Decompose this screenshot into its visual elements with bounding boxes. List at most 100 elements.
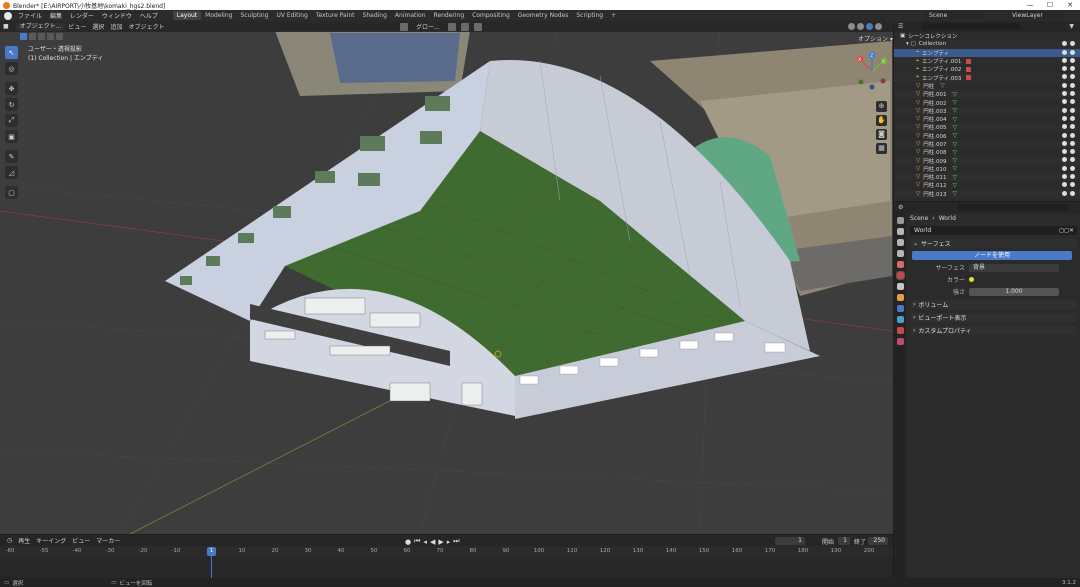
outliner-item[interactable]: ▽ 円柱.011 ▽ [894,173,1080,182]
viewport-menu-view[interactable]: ビュー [65,22,89,31]
outliner-item[interactable]: ▽ 円柱.004 ▽ [894,115,1080,123]
tab-layout[interactable]: Layout [172,11,202,20]
add-cube-tool-icon[interactable]: ▢ [5,186,18,199]
jump-end-icon[interactable]: ⏭ [453,537,459,546]
viewport-display-panel-header[interactable]: › ビューポート表示 [910,313,1077,322]
outliner-item[interactable]: ▽ 円柱.005 ▽ [894,123,1080,132]
solid-shading-icon[interactable] [857,23,864,30]
add-workspace-button[interactable]: + [607,12,620,19]
transform-tool-icon[interactable]: ▣ [5,130,18,143]
transform-orientation-dropdown[interactable]: グロー... [413,22,443,31]
blender-logo-icon[interactable] [4,11,12,20]
tab-rendering[interactable]: Rendering [430,11,469,20]
menu-render[interactable]: レンダー [67,13,97,20]
outliner-item[interactable]: ▽ 円柱.006 ▽ [894,132,1080,140]
pan-hand-icon[interactable]: ✋ [876,115,887,126]
rendered-shading-icon[interactable] [875,23,882,30]
tab-texture-paint[interactable]: Texture Paint [312,11,359,20]
viewport-options-button[interactable]: オプション ▾ [858,34,893,43]
view-layer-tab-icon[interactable] [896,250,904,257]
outliner-item[interactable]: ⌖ エンプティ [894,48,1080,57]
object-mode-dropdown[interactable]: オブジェクト... [15,22,66,31]
proportional-edit-icon[interactable] [473,22,482,31]
outliner-item[interactable]: ⌖ エンプティ.002 [894,65,1080,73]
jump-start-icon[interactable]: ⏮ [414,537,420,546]
camera-view-icon[interactable]: ◙ [876,129,887,140]
properties-search-input[interactable] [958,204,1069,211]
surface-panel-header[interactable]: ⌄ サーフェス [910,239,1077,248]
annotate-tool-icon[interactable]: ✎ [5,150,18,163]
volume-panel-header[interactable]: › ボリューム [910,300,1077,309]
scene-selector[interactable]: Scene [925,11,985,19]
menu-help[interactable]: ヘルプ [137,13,161,20]
outliner-item[interactable]: ▽ 円柱.010 ▽ [894,165,1080,173]
start-frame-field[interactable]: 1 [838,537,850,545]
tab-sculpting[interactable]: Sculpting [236,11,272,20]
select-new-icon[interactable] [20,33,27,40]
record-icon[interactable]: ● [405,538,411,546]
outliner-scene-collection[interactable]: ▣ シーンコレクション [894,32,1080,40]
fake-user-icon[interactable]: ◻◻✕ [1059,227,1074,234]
select-box-tool-icon[interactable]: ↖ [5,46,18,59]
viewport-menu-object[interactable]: オブジェクト [125,22,167,31]
texture-tab-icon[interactable] [896,338,904,345]
timeline-menu-view[interactable]: ビュー [69,536,93,545]
outliner-item[interactable]: ▽ 円柱.008 ▽ [894,148,1080,156]
select-invert-icon[interactable] [47,33,54,40]
timeline-menu-marker[interactable]: マーカー [93,536,123,545]
minimize-button[interactable]: — [1020,1,1040,9]
play-reverse-icon[interactable]: ◀ [430,538,435,546]
outliner-item[interactable]: ▽ 円柱.007 ▽ [894,139,1080,149]
select-intersect-icon[interactable] [56,33,63,40]
timeline-ruler[interactable]: -60 -55 -40 -30 -20 -10 10 20 30 40 50 6… [0,547,893,557]
outliner-item[interactable]: ⌖ エンプティ.001 [894,56,1080,66]
menu-edit[interactable]: 編集 [47,13,65,20]
zoom-icon[interactable]: ⊕ [876,101,887,112]
color-socket-icon[interactable] [969,277,974,282]
collection-tab-icon[interactable] [896,283,904,290]
tab-modeling[interactable]: Modeling [201,11,236,20]
outliner-item[interactable]: ▽ 円柱.009 ▽ [894,156,1080,165]
perspective-toggle-icon[interactable]: ▦ [876,143,887,154]
outliner-search-input[interactable] [921,23,1022,30]
cursor-tool-icon[interactable]: ◎ [5,62,18,75]
outliner-item[interactable]: ▽ 円柱.003 ▽ [894,106,1080,115]
render-tab-icon[interactable] [896,228,904,235]
prev-keyframe-icon[interactable]: ◂ [423,538,427,546]
outliner-collection[interactable]: ▾ ▢ Collection [894,40,1080,49]
viewport-menu-select[interactable]: 選択 [89,22,107,31]
move-tool-icon[interactable]: ✥ [5,82,18,95]
menu-file[interactable]: ファイル [15,13,45,20]
tab-compositing[interactable]: Compositing [468,11,514,20]
timeline-track-area[interactable] [0,557,893,578]
select-subtract-icon[interactable] [38,33,45,40]
use-nodes-button[interactable]: ノードを使用 [912,251,1072,260]
scale-tool-icon[interactable]: ⤢ [5,114,18,127]
tab-uv-editing[interactable]: UV Editing [273,11,312,20]
physics-tab-icon[interactable] [896,305,904,312]
object-tab-icon[interactable] [896,294,904,301]
pivot-icon[interactable] [447,22,456,31]
editor-type-icon[interactable]: ■ [0,23,12,30]
timeline-editor-type-icon[interactable]: ◷ [4,537,15,544]
material-preview-shading-icon[interactable] [866,23,873,30]
measure-tool-icon[interactable]: ◿ [5,166,18,179]
scene-tab-icon[interactable] [896,261,904,268]
3d-viewport[interactable]: ■ オブジェクト... ビュー 選択 追加 オブジェクト グロー... オプショ… [0,21,893,534]
end-frame-field[interactable]: 250 [868,537,888,545]
menu-window[interactable]: ウィンドウ [99,13,135,20]
close-button[interactable]: ✕ [1060,1,1080,9]
timeline-menu-playback[interactable]: 再生 [15,536,33,545]
output-tab-icon[interactable] [896,239,904,246]
properties-editor-icon[interactable]: ⚙ [898,204,903,211]
timeline-menu-keying[interactable]: キーイング [33,536,69,545]
view-layer-selector[interactable]: ViewLayer [1008,11,1066,19]
constraints-tab-icon[interactable] [896,316,904,323]
current-frame-field[interactable]: 1 [775,537,805,545]
custom-props-panel-header[interactable]: › カスタムプロパティ [910,326,1077,335]
viewport-menu-add[interactable]: 追加 [107,22,125,31]
rotate-tool-icon[interactable]: ↻ [5,98,18,111]
timeline-playhead[interactable]: 1 [207,547,216,556]
maximize-button[interactable]: ☐ [1040,1,1060,9]
outliner-item[interactable]: ▽ 円柱.001 ▽ [894,90,1080,99]
